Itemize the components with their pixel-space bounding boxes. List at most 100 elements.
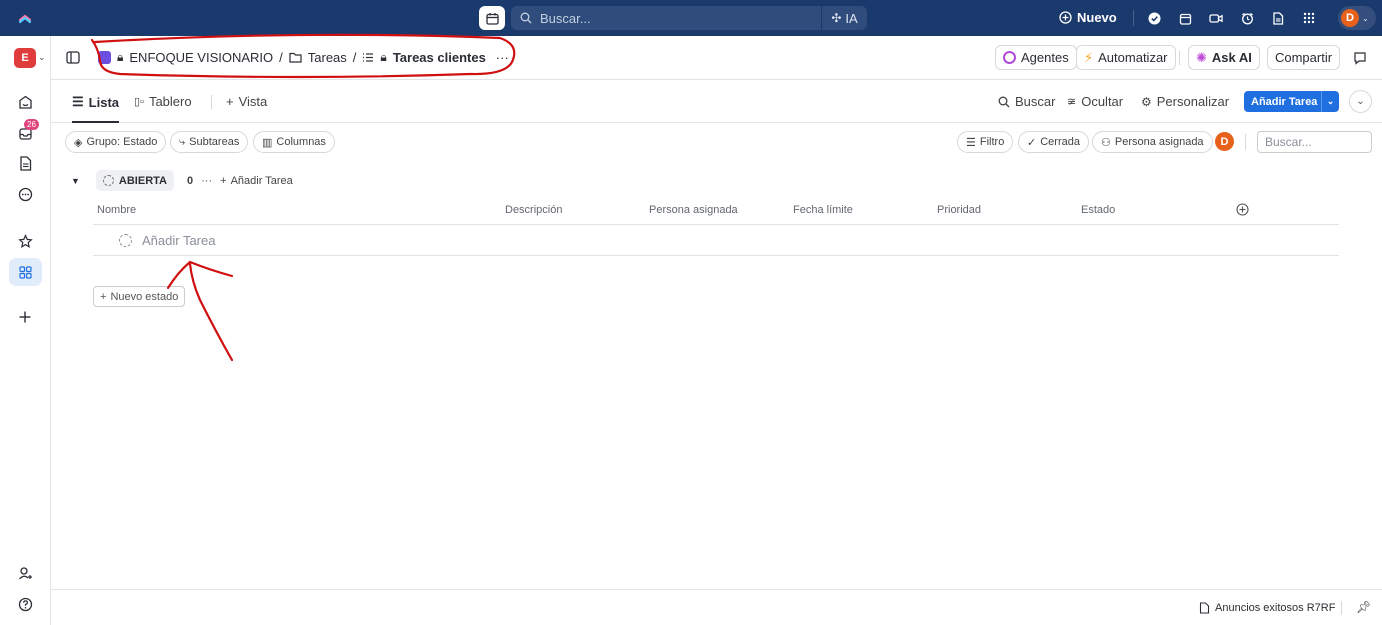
more-options-icon[interactable]: ··· bbox=[496, 50, 509, 65]
column-header-description[interactable]: Descripción bbox=[505, 204, 562, 216]
closed-label: Cerrada bbox=[1040, 136, 1080, 148]
lightning-icon: ⚡︎ bbox=[1084, 49, 1094, 65]
status-chip[interactable]: ABIERTA bbox=[95, 170, 174, 191]
docs-icon[interactable] bbox=[16, 154, 34, 172]
filter-pill[interactable]: ☰ Filtro bbox=[957, 131, 1014, 153]
task-count: 0 bbox=[187, 174, 194, 187]
user-icon: ⚇ bbox=[1101, 136, 1111, 149]
subtask-icon: ⤷ bbox=[179, 135, 186, 148]
hide-button[interactable]: ≆ Ocultar bbox=[1067, 94, 1123, 109]
plus-icon: + bbox=[220, 174, 227, 187]
new-button[interactable]: Nuevo bbox=[1059, 10, 1117, 25]
closed-pill[interactable]: ✓ Cerrada bbox=[1018, 131, 1089, 153]
tab-list[interactable]: ☰ Lista bbox=[72, 94, 119, 123]
search-icon bbox=[520, 12, 532, 24]
help-icon[interactable] bbox=[16, 595, 34, 613]
collapse-triangle-icon[interactable]: ▼ bbox=[71, 176, 80, 186]
add-task-row[interactable]: Añadir Tarea bbox=[119, 233, 215, 248]
automate-button[interactable]: ⚡︎ Automatizar bbox=[1076, 45, 1176, 70]
pin-icon[interactable]: 📌︎ bbox=[1356, 600, 1371, 614]
app-logo-icon[interactable] bbox=[17, 10, 33, 26]
topbar-tools bbox=[1146, 10, 1317, 26]
more-options-icon[interactable]: ··· bbox=[201, 175, 212, 187]
status-group-header: ▼ ABIERTA 0 ··· + Añadir Tarea bbox=[71, 170, 293, 191]
calendar-icon[interactable] bbox=[1177, 10, 1193, 26]
agents-button[interactable]: Agentes bbox=[995, 45, 1077, 70]
breadcrumb: 🔒︎ ENFOQUE VISIONARIO / Tareas / 🔒︎ Tare… bbox=[98, 50, 509, 65]
chevron-down-icon[interactable]: ⌄ bbox=[38, 52, 46, 63]
plus-icon[interactable] bbox=[16, 308, 34, 326]
calendar-button[interactable] bbox=[479, 6, 505, 30]
star-icon[interactable] bbox=[16, 232, 34, 250]
check-circle-icon[interactable] bbox=[1146, 10, 1162, 26]
assignee-label: Persona asignada bbox=[1114, 136, 1204, 148]
ask-ai-label: Ask AI bbox=[1211, 50, 1252, 65]
space-icon bbox=[98, 51, 111, 64]
assignee-pill[interactable]: ⚇ Persona asignada bbox=[1092, 131, 1213, 153]
subtasks-label: Subtareas bbox=[189, 136, 240, 148]
top-bar: Buscar... ✣ IA Nuevo D ⌄ bbox=[0, 0, 1382, 36]
video-icon[interactable] bbox=[1208, 10, 1224, 26]
group-add-task-label: Añadir Tarea bbox=[230, 174, 293, 187]
add-view-button[interactable]: + Vista bbox=[226, 94, 267, 109]
add-task-row-label: Añadir Tarea bbox=[142, 233, 216, 248]
group-by-pill[interactable]: ◈ Grupo: Estado bbox=[65, 131, 167, 153]
new-status-button[interactable]: + Nuevo estado bbox=[93, 286, 186, 307]
ai-button[interactable]: ✣ IA bbox=[821, 6, 867, 30]
dashed-circle-icon bbox=[119, 234, 132, 247]
column-header-name[interactable]: Nombre bbox=[97, 204, 136, 216]
invite-user-icon[interactable] bbox=[16, 564, 34, 582]
breadcrumb-space[interactable]: ENFOQUE VISIONARIO bbox=[129, 50, 273, 65]
document-icon[interactable] bbox=[1270, 10, 1286, 26]
agents-icon bbox=[1003, 51, 1016, 64]
assignee-avatar[interactable]: D bbox=[1215, 132, 1234, 151]
workspace-avatar[interactable]: E bbox=[14, 48, 36, 68]
task-search-input[interactable]: Buscar... bbox=[1257, 131, 1372, 153]
alarm-icon[interactable] bbox=[1239, 10, 1255, 26]
group-by-label: Grupo: Estado bbox=[86, 136, 158, 148]
ask-ai-button[interactable]: ✺ Ask AI bbox=[1188, 45, 1260, 70]
subtasks-pill[interactable]: ⤷ Subtareas bbox=[170, 131, 249, 153]
comment-icon[interactable] bbox=[1353, 51, 1367, 65]
add-column-icon[interactable] bbox=[1236, 203, 1249, 216]
column-header-assignee[interactable]: Persona asignada bbox=[649, 204, 738, 216]
more-circle-icon[interactable] bbox=[16, 185, 34, 203]
user-menu[interactable]: D ⌄ bbox=[1338, 6, 1376, 30]
add-task-button[interactable]: Añadir Tarea ⌄ bbox=[1244, 91, 1339, 112]
new-status-label: Nuevo estado bbox=[110, 290, 179, 303]
new-label: Nuevo bbox=[1077, 10, 1117, 25]
breadcrumb-separator: / bbox=[279, 50, 283, 65]
footer-doc-link[interactable]: Anuncios exitosos R7RF bbox=[1199, 602, 1335, 614]
collapse-button[interactable]: ⌄ bbox=[1349, 90, 1372, 113]
home-icon[interactable] bbox=[16, 93, 34, 111]
breadcrumb-folder[interactable]: Tareas bbox=[308, 50, 347, 65]
share-button[interactable]: Compartir bbox=[1267, 45, 1340, 70]
group-add-task-button[interactable]: + Añadir Tarea bbox=[220, 175, 293, 187]
document-icon bbox=[1199, 602, 1210, 614]
dashed-circle-icon bbox=[102, 175, 114, 186]
global-search[interactable]: Buscar... ✣ IA bbox=[511, 6, 867, 30]
header-divider bbox=[1179, 51, 1180, 65]
global-search-placeholder: Buscar... bbox=[540, 10, 591, 26]
hide-label: Ocultar bbox=[1081, 94, 1124, 109]
columns-pill[interactable]: ▥ Columnas bbox=[253, 131, 335, 153]
user-avatar: D bbox=[1341, 9, 1359, 27]
chevron-down-icon: ⌄ bbox=[1362, 13, 1369, 23]
column-header-status[interactable]: Estado bbox=[1081, 204, 1115, 216]
sidebar-toggle-icon[interactable] bbox=[66, 51, 80, 64]
footer-doc-label: Anuncios exitosos R7RF bbox=[1215, 602, 1336, 614]
row-divider bbox=[93, 255, 1339, 256]
columns-label: Columnas bbox=[276, 136, 326, 148]
automate-label: Automatizar bbox=[1098, 50, 1168, 65]
customize-button[interactable]: ⚙︎ Personalizar bbox=[1141, 94, 1229, 109]
breadcrumb-list[interactable]: Tareas clientes bbox=[393, 50, 486, 65]
search-button[interactable]: Buscar bbox=[998, 94, 1055, 109]
columns-icon: ▥ bbox=[262, 136, 273, 149]
tab-board[interactable]: ▯▫ Tablero bbox=[134, 94, 192, 109]
check-circle-icon: ✓ bbox=[1027, 136, 1037, 149]
column-header-priority[interactable]: Prioridad bbox=[937, 204, 981, 216]
column-header-due-date[interactable]: Fecha límite bbox=[793, 204, 853, 216]
apps-grid-icon[interactable] bbox=[1301, 10, 1317, 26]
chevron-down-icon[interactable]: ⌄ bbox=[1321, 91, 1339, 112]
spaces-grid-icon[interactable] bbox=[16, 263, 34, 281]
